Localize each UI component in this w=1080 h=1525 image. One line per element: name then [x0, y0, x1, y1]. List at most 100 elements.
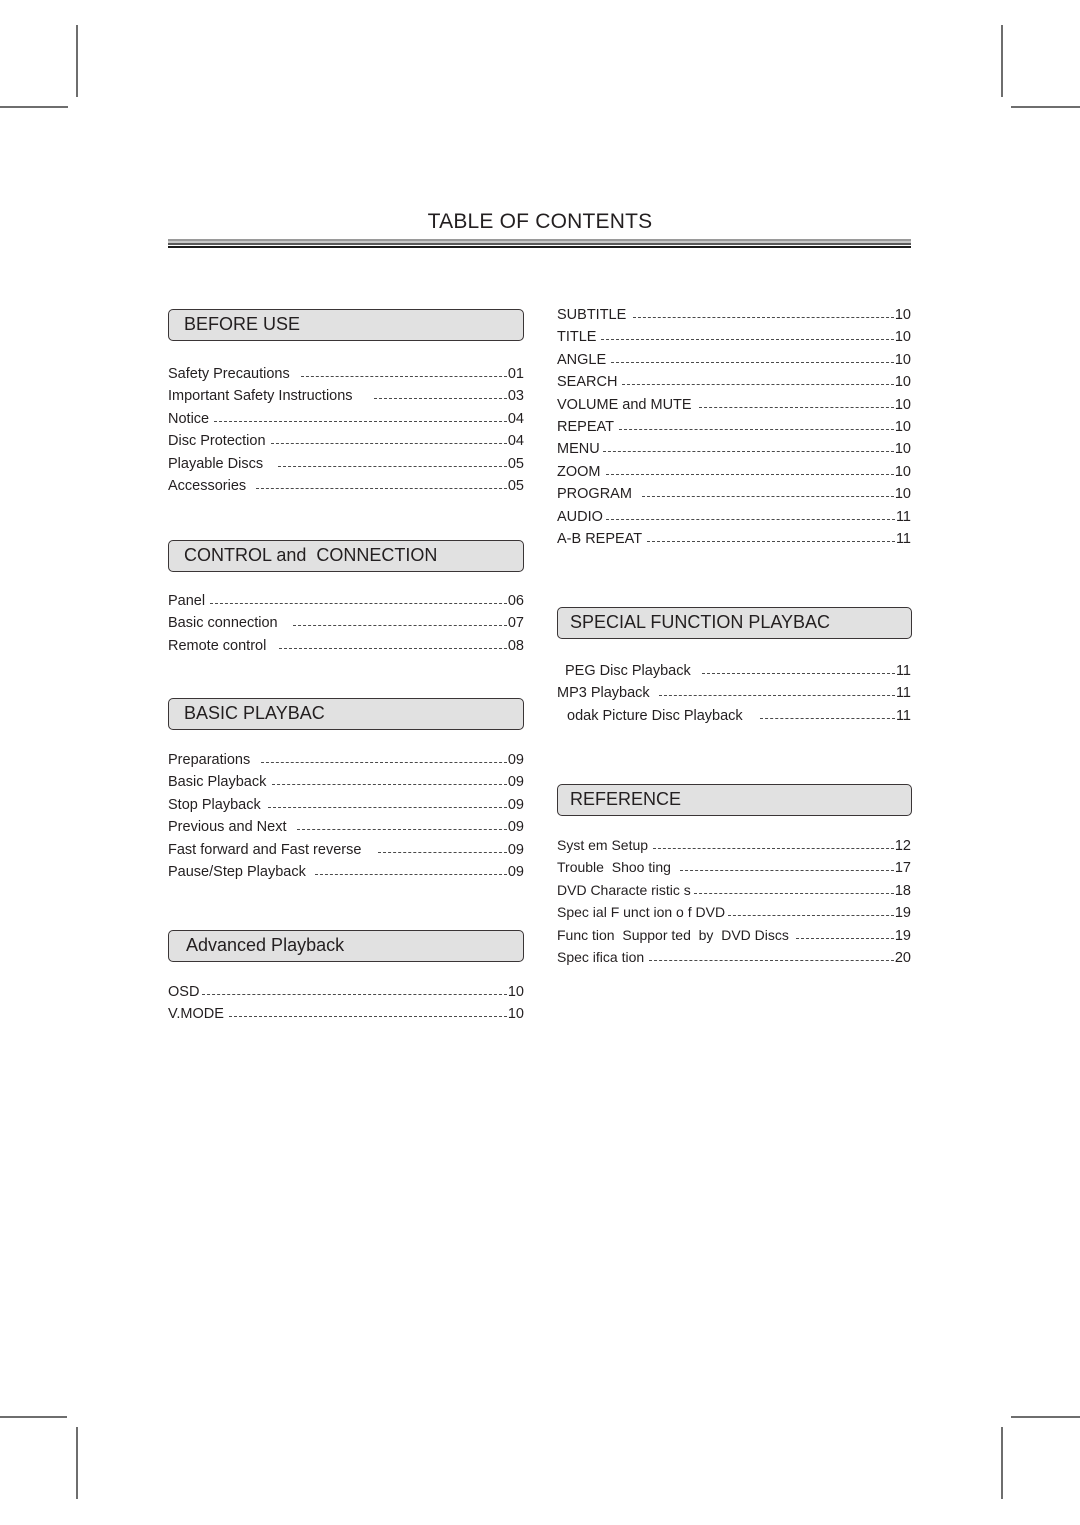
toc-entry[interactable]: REPEAT 10: [557, 416, 911, 438]
toc-entry[interactable]: MP3 Playback 11: [557, 682, 911, 704]
toc-entry[interactable]: SEARCH 10: [557, 371, 911, 393]
toc-entry[interactable]: Spec ial F unct ion o f DVD 19: [557, 901, 911, 923]
section-heading-control-and-connection: CONTROL and CONNECTION: [168, 540, 524, 572]
section-entries-special-function-playback: PEG Disc Playback 11 MP3 Playback 11 odak …: [557, 660, 911, 727]
toc-entry[interactable]: Safety Precautions 01: [168, 363, 524, 385]
entry-page: 05: [507, 455, 524, 472]
crop-mark-bottom-left-vertical: [76, 1427, 78, 1499]
entry-label: Remote control: [168, 637, 267, 654]
entry-label: ANGLE: [557, 351, 607, 368]
toc-entry[interactable]: Stop Playback 09: [168, 794, 524, 816]
entry-label: TITLE: [557, 329, 597, 346]
toc-entry[interactable]: Panel 06: [168, 590, 524, 612]
entry-page: 11: [895, 707, 911, 724]
entry-page: 10: [894, 441, 911, 458]
dot-leader: [647, 540, 895, 542]
toc-entry[interactable]: Spec ifica tion 20: [557, 946, 911, 968]
section-heading-special-function-playback: SPECIAL FUNCTION PLAYBAC: [557, 607, 912, 639]
entry-page: 09: [507, 752, 524, 768]
dot-leader: [602, 451, 894, 453]
entry-label: MP3 Playback: [557, 685, 650, 702]
toc-entry[interactable]: PEG Disc Playback 11: [557, 660, 911, 682]
entry-label: Disc Protection: [168, 433, 266, 450]
toc-entry[interactable]: SUBTITLE 10: [557, 304, 911, 326]
section-heading-before-use: BEFORE USE: [168, 309, 524, 341]
dot-leader: [633, 317, 894, 318]
toc-entry[interactable]: Disc Protection 04: [168, 430, 524, 452]
crop-mark-bottom-left-horizontal: [0, 1416, 67, 1418]
toc-entry[interactable]: ZOOM 10: [557, 461, 911, 483]
entry-page: 11: [895, 530, 911, 547]
entry-page: 10: [894, 463, 911, 480]
toc-entry[interactable]: MENU 10: [557, 438, 911, 460]
entry-label: Syst em Setup: [557, 837, 649, 853]
entry-label: VOLUME and MUTE: [557, 396, 692, 413]
toc-entry[interactable]: TITLE 10: [557, 326, 911, 348]
entry-label: Preparations: [168, 752, 251, 768]
dot-leader: [214, 420, 507, 422]
entry-page: 10: [894, 418, 911, 435]
toc-entry[interactable]: Pause/Step Playback 09: [168, 861, 524, 883]
entry-page: 19: [894, 927, 911, 944]
dot-leader: [261, 762, 507, 763]
entry-label: Func tion Suppor ted by DVD Discs: [557, 926, 789, 943]
entry-page: 01: [507, 366, 524, 382]
entry-page: 09: [507, 796, 524, 813]
page-title: TABLE OF CONTENTS: [427, 210, 653, 233]
toc-entry[interactable]: Previous and Next 09: [168, 816, 524, 838]
dot-leader: [795, 937, 894, 939]
toc-entry[interactable]: Playable Discs 05: [168, 453, 524, 475]
crop-mark-top-right-vertical: [1001, 25, 1003, 97]
toc-entry[interactable]: Preparations 09: [168, 749, 524, 771]
entry-page: 10: [894, 486, 911, 503]
crop-mark-top-left-horizontal: [0, 106, 68, 108]
entry-page: 04: [507, 433, 524, 450]
crop-mark-top-right-horizontal: [1011, 106, 1080, 108]
dot-leader: [278, 465, 507, 467]
toc-entry[interactable]: AUDIO 11: [557, 506, 911, 528]
toc-entry[interactable]: Remote control 08: [168, 635, 524, 657]
entry-page: 12: [894, 838, 911, 854]
entry-page: 10: [894, 329, 911, 346]
toc-entry[interactable]: Basic connection 07: [168, 612, 524, 634]
dot-leader: [618, 428, 894, 430]
toc-entry[interactable]: Fast forward and Fast reverse 09: [168, 839, 524, 861]
toc-entry[interactable]: odak Picture Disc Playback 11: [557, 705, 911, 727]
dot-leader: [228, 1016, 507, 1018]
dot-leader: [373, 398, 507, 400]
entry-page: 19: [894, 905, 911, 922]
toc-entry[interactable]: Trouble Shoo ting 17: [557, 856, 911, 878]
section-heading-advanced-playback: Advanced Playback: [168, 930, 524, 962]
toc-entry[interactable]: Basic Playback 09: [168, 771, 524, 793]
dot-leader: [649, 959, 894, 961]
entry-label: Playable Discs: [168, 455, 264, 472]
toc-entry[interactable]: Func tion Suppor ted by DVD Discs 19: [557, 924, 911, 946]
dot-leader: [701, 673, 895, 674]
toc-entry[interactable]: Accessories 05: [168, 475, 524, 497]
entry-page: 17: [894, 860, 911, 877]
entry-label: Pause/Step Playback: [168, 863, 306, 880]
continued-entries-advanced-playback: SUBTITLE 10 TITLE 10 ANGLE 10 SEARCH 10 VOLU…: [557, 304, 911, 550]
toc-entry[interactable]: Syst em Setup 12: [557, 834, 911, 856]
toc-entry[interactable]: V.MODE 10: [168, 1003, 524, 1025]
section-entries-advanced-playback: OSD 10 V.MODE 10: [168, 981, 524, 1026]
section-entries-reference: Syst em Setup 12 Trouble Shoo ting 17 DVD …: [557, 834, 911, 968]
section-entries-basic-playback: Preparations 09 Basic Playback 09 Stop Pla…: [168, 749, 524, 883]
dot-leader: [605, 518, 895, 520]
entry-page: 11: [895, 685, 911, 702]
toc-entry[interactable]: OSD 10: [168, 981, 524, 1003]
toc-entry[interactable]: PROGRAM 10: [557, 483, 911, 505]
entry-label: Basic connection: [168, 615, 278, 632]
toc-entry[interactable]: VOLUME and MUTE 10: [557, 394, 911, 416]
toc-entry[interactable]: Notice 04: [168, 408, 524, 430]
entry-label: Trouble Shoo ting: [557, 859, 671, 876]
dot-leader: [622, 384, 894, 386]
dot-leader: [279, 647, 507, 649]
toc-entry[interactable]: DVD Characte ristic s 18: [557, 879, 911, 901]
toc-entry[interactable]: Important Safety Instructions 03: [168, 385, 524, 407]
section-entries-before-use: Safety Precautions 01 Important Safety In…: [168, 363, 524, 497]
toc-entry[interactable]: A-B REPEAT 11: [557, 528, 911, 550]
entry-page: 11: [895, 663, 911, 679]
dot-leader: [698, 406, 894, 408]
toc-entry[interactable]: ANGLE 10: [557, 349, 911, 371]
